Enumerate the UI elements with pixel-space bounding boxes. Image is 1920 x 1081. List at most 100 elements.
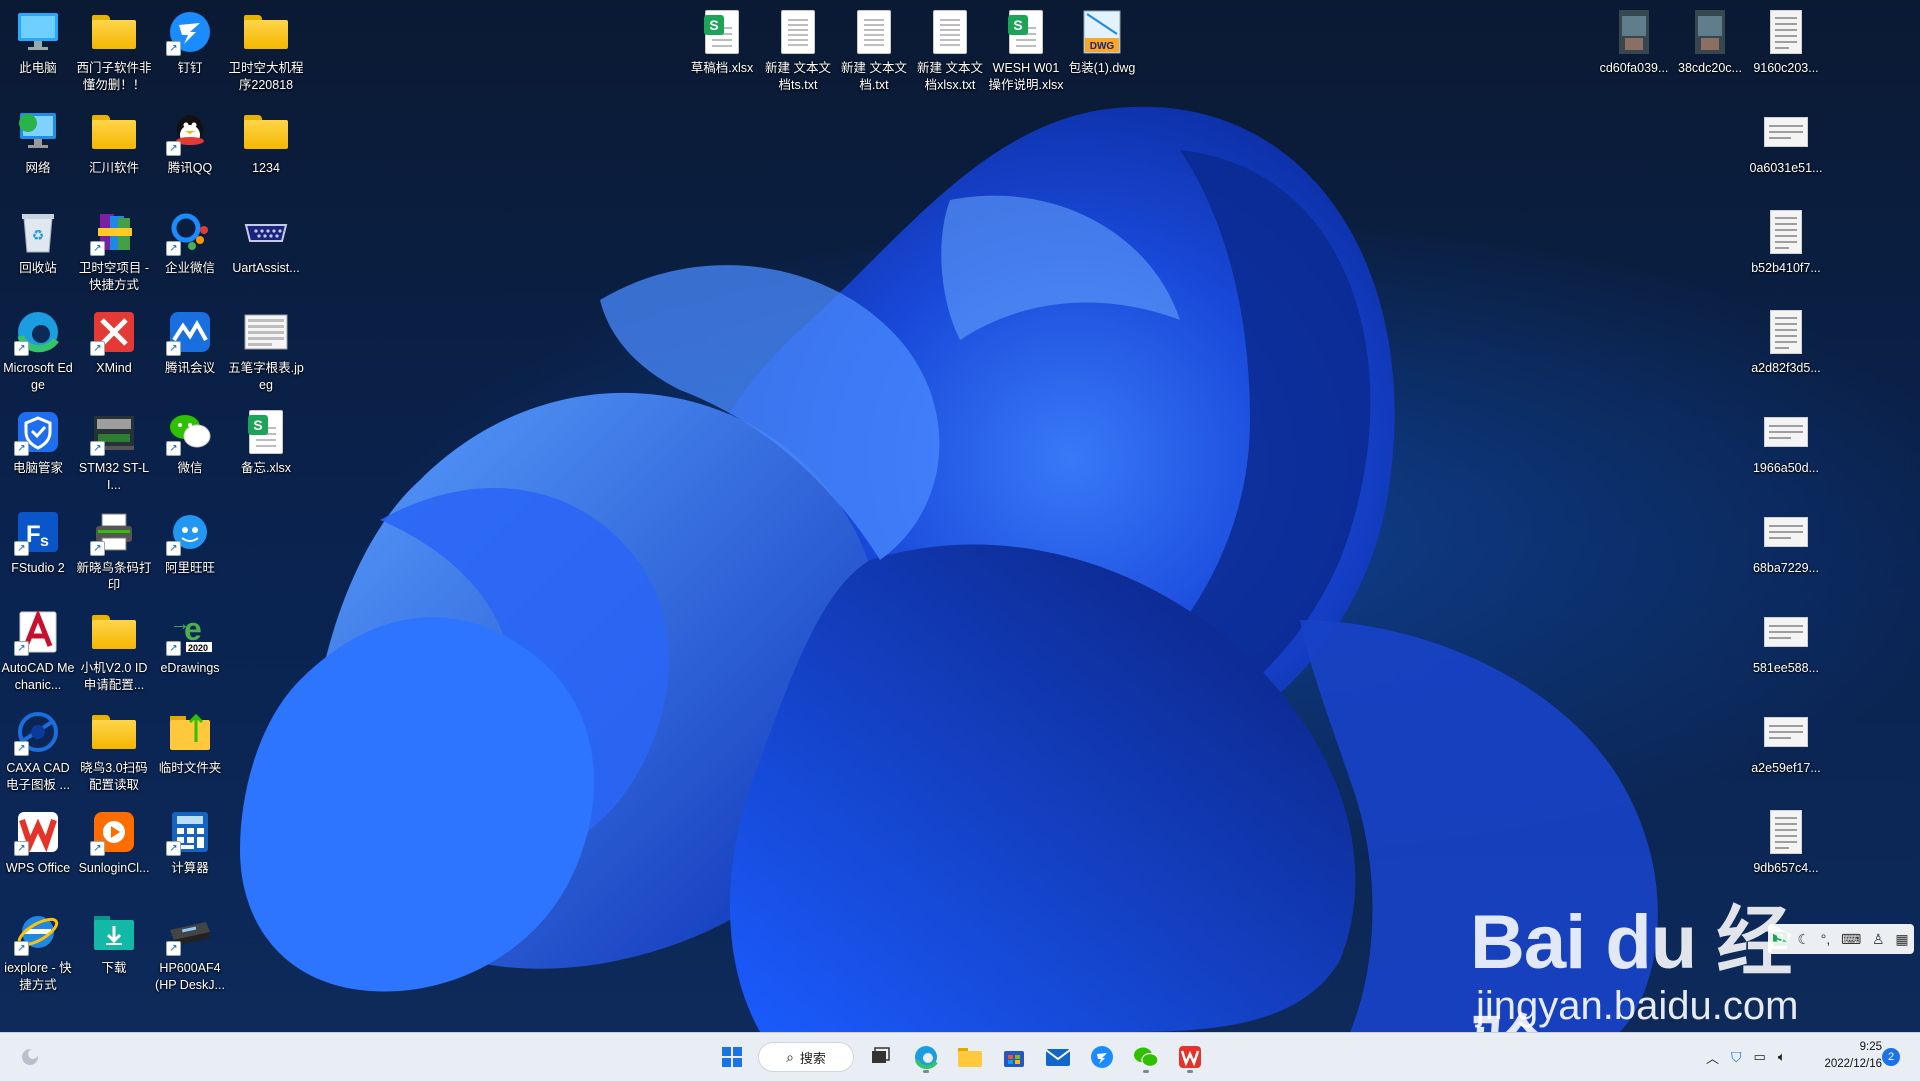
grid-icon[interactable]: ▦ (1895, 931, 1908, 948)
desktop-icon[interactable]: Fs ↗ FStudio 2 (0, 502, 76, 598)
desktop[interactable]: 此电脑 网络 ♻ 回收站 ↗ Microsoft Edge ↗ 电脑管家 Fs ↗ FStudio … (0, 0, 1920, 1032)
desktop-icon-label: iexplore - 快捷方式 (4, 961, 72, 992)
taskbar-edge[interactable] (908, 1039, 944, 1075)
desktop-icon[interactable]: 西门子软件非懂勿删！！ (76, 2, 152, 98)
taskbar-store[interactable] (996, 1039, 1032, 1075)
folder-icon (90, 8, 138, 56)
desktop-icon[interactable]: ↗ 微信 (152, 402, 228, 498)
taskbar-clock[interactable]: 9:25 2022/12/16 (1812, 1039, 1882, 1073)
recycle-bin-icon: ♻ (14, 208, 62, 256)
desktop-icon[interactable]: 1234 (228, 102, 304, 198)
photo-thumbnail-icon (1610, 8, 1658, 56)
desktop-icon[interactable]: 此电脑 (0, 2, 76, 98)
dingtalk-icon (1091, 1046, 1113, 1068)
taskbar-mail[interactable] (1040, 1039, 1076, 1075)
network-icon[interactable]: ▭ (1754, 1049, 1766, 1065)
taskbar: ⌕ 搜索 ︿ ⛉ ▭ 🔈︎ 9:25 2022/12/16 2 (0, 1032, 1920, 1081)
desktop-icon[interactable]: ↗ CAXA CAD 电子图板 ... (0, 702, 76, 798)
desktop-icon[interactable]: ↗ 电脑管家 (0, 402, 76, 498)
task-view-button[interactable] (862, 1039, 898, 1075)
desktop-icon[interactable]: ♻ 回收站 (0, 202, 76, 298)
desktop-icon[interactable]: cd60fa039... (1596, 2, 1672, 98)
desktop-icon-label: a2e59ef17... (1751, 761, 1821, 775)
desktop-icon[interactable]: ↗ AutoCAD Mechanic... (0, 602, 76, 698)
desktop-icon[interactable]: → e 2020 ↗ eDrawings (152, 602, 228, 698)
desktop-icon[interactable]: ↗ 企业微信 (152, 202, 228, 298)
desktop-icon[interactable]: 五笔字根表.jpeg (228, 302, 304, 398)
desktop-icon-label: 西门子软件非懂勿删！！ (76, 61, 152, 92)
desktop-icon[interactable]: 0a6031e51... (1748, 102, 1824, 198)
image-thumbnail-icon (1762, 508, 1810, 556)
taskbar-file-explorer[interactable] (952, 1039, 988, 1075)
desktop-icon[interactable]: ↗ XMind (76, 302, 152, 398)
desktop-icon-label: 38cdc20c... (1678, 61, 1742, 75)
desktop-icon[interactable]: 38cdc20c... (1672, 2, 1748, 98)
desktop-icon[interactable]: 汇川软件 (76, 102, 152, 198)
desktop-icon[interactable]: ↗ 计算器 (152, 802, 228, 898)
taskbar-dingtalk[interactable] (1084, 1039, 1120, 1075)
desktop-icon[interactable]: ↗ 阿里旺旺 (152, 502, 228, 598)
desktop-icon[interactable]: S WESH W01操作说明.xlsx (988, 2, 1064, 98)
desktop-icon[interactable]: 卫时空大机程序220818 (228, 2, 304, 98)
document-thumbnail-icon (1762, 8, 1810, 56)
desktop-icon[interactable]: ↗ SunloginCl... (76, 802, 152, 898)
serial-port-icon (242, 208, 290, 256)
desktop-icon[interactable]: ↗ 钉钉 (152, 2, 228, 98)
user-icon[interactable]: ♙ (1872, 931, 1885, 948)
desktop-icon[interactable]: a2d82f3d5... (1748, 302, 1824, 398)
desktop-icon[interactable]: 新建 文本文档ts.txt (760, 2, 836, 98)
desktop-icon[interactable]: 小机V2.0 ID 申请配置... (76, 602, 152, 698)
desktop-icon[interactable]: 新建 文本文档.txt (836, 2, 912, 98)
taskbar-search[interactable]: ⌕ 搜索 (758, 1042, 854, 1072)
desktop-icon[interactable]: 68ba7229... (1748, 502, 1824, 598)
desktop-icon-label: 草稿档.xlsx (690, 61, 754, 75)
search-label: 搜索 (799, 1050, 826, 1066)
desktop-icon-label: 钉钉 (177, 61, 203, 75)
desktop-icon[interactable]: ↗ 新晓鸟条码打印 (76, 502, 152, 598)
desktop-icon[interactable]: ↗ 腾讯QQ (152, 102, 228, 198)
desktop-icon[interactable]: 网络 (0, 102, 76, 198)
desktop-icon-label: 581ee588... (1752, 661, 1820, 675)
desktop-icon[interactable]: ↗ iexplore - 快捷方式 (0, 902, 76, 998)
start-button[interactable] (714, 1039, 750, 1075)
desktop-icon[interactable]: S 草稿档.xlsx (684, 2, 760, 98)
desktop-icon-label: 9db657c4... (1753, 861, 1819, 875)
desktop-icon[interactable]: UartAssist... (228, 202, 304, 298)
volume-icon[interactable]: 🔈︎ (1778, 1049, 1786, 1065)
folder-icon (90, 708, 138, 756)
desktop-icon[interactable]: 9160c203... (1748, 2, 1824, 98)
widgets-button[interactable] (12, 1039, 48, 1075)
desktop-icon[interactable]: 下载 (76, 902, 152, 998)
desktop-icon-label: XMind (96, 361, 132, 375)
folder-icon (90, 108, 138, 156)
desktop-icon[interactable]: 新建 文本文档xlsx.txt (912, 2, 988, 98)
txt-file-icon (850, 8, 898, 56)
desktop-icon-label: 卫时空项目 - 快捷方式 (78, 261, 150, 292)
desktop-icon[interactable]: a2e59ef17... (1748, 702, 1824, 798)
desktop-icon[interactable]: S 备忘.xlsx (228, 402, 304, 498)
chevron-up-icon[interactable]: ︿ (1706, 1048, 1719, 1067)
desktop-icon-label: a2d82f3d5... (1751, 361, 1821, 375)
desktop-icon-label: 临时文件夹 (158, 761, 222, 775)
pc-manager-tray-icon[interactable]: ⛉ (1731, 1049, 1742, 1066)
svg-text:e: e (184, 611, 202, 647)
desktop-icon[interactable]: 1966a50d... (1748, 402, 1824, 498)
desktop-icon[interactable]: ↗ HP600AF4 (HP DeskJ... (152, 902, 228, 998)
desktop-icon[interactable]: ↗ 腾讯会议 (152, 302, 228, 398)
desktop-icon[interactable]: ↗ 卫时空项目 - 快捷方式 (76, 202, 152, 298)
txt-file-icon (926, 8, 974, 56)
desktop-icon[interactable]: 581ee588... (1748, 602, 1824, 698)
desktop-icon[interactable]: ↗ WPS Office (0, 802, 76, 898)
notification-badge[interactable]: 2 (1882, 1048, 1900, 1066)
taskbar-wps[interactable] (1172, 1039, 1208, 1075)
desktop-icon[interactable]: ↗ Microsoft Edge (0, 302, 76, 398)
desktop-icon[interactable]: DWG 包装(1).dwg (1064, 2, 1140, 98)
clock-time: 9:25 (1859, 1041, 1882, 1053)
pc-manager-icon: ↗ (14, 408, 62, 456)
desktop-icon[interactable]: 晓鸟3.0扫码配置读取 (76, 702, 152, 798)
desktop-icon-label: 下载 (101, 961, 127, 975)
desktop-icon[interactable]: 临时文件夹 (152, 702, 228, 798)
taskbar-wechat[interactable] (1128, 1039, 1164, 1075)
desktop-icon[interactable]: b52b410f7... (1748, 202, 1824, 298)
desktop-icon[interactable]: ↗ STM32 ST-LI... (76, 402, 152, 498)
